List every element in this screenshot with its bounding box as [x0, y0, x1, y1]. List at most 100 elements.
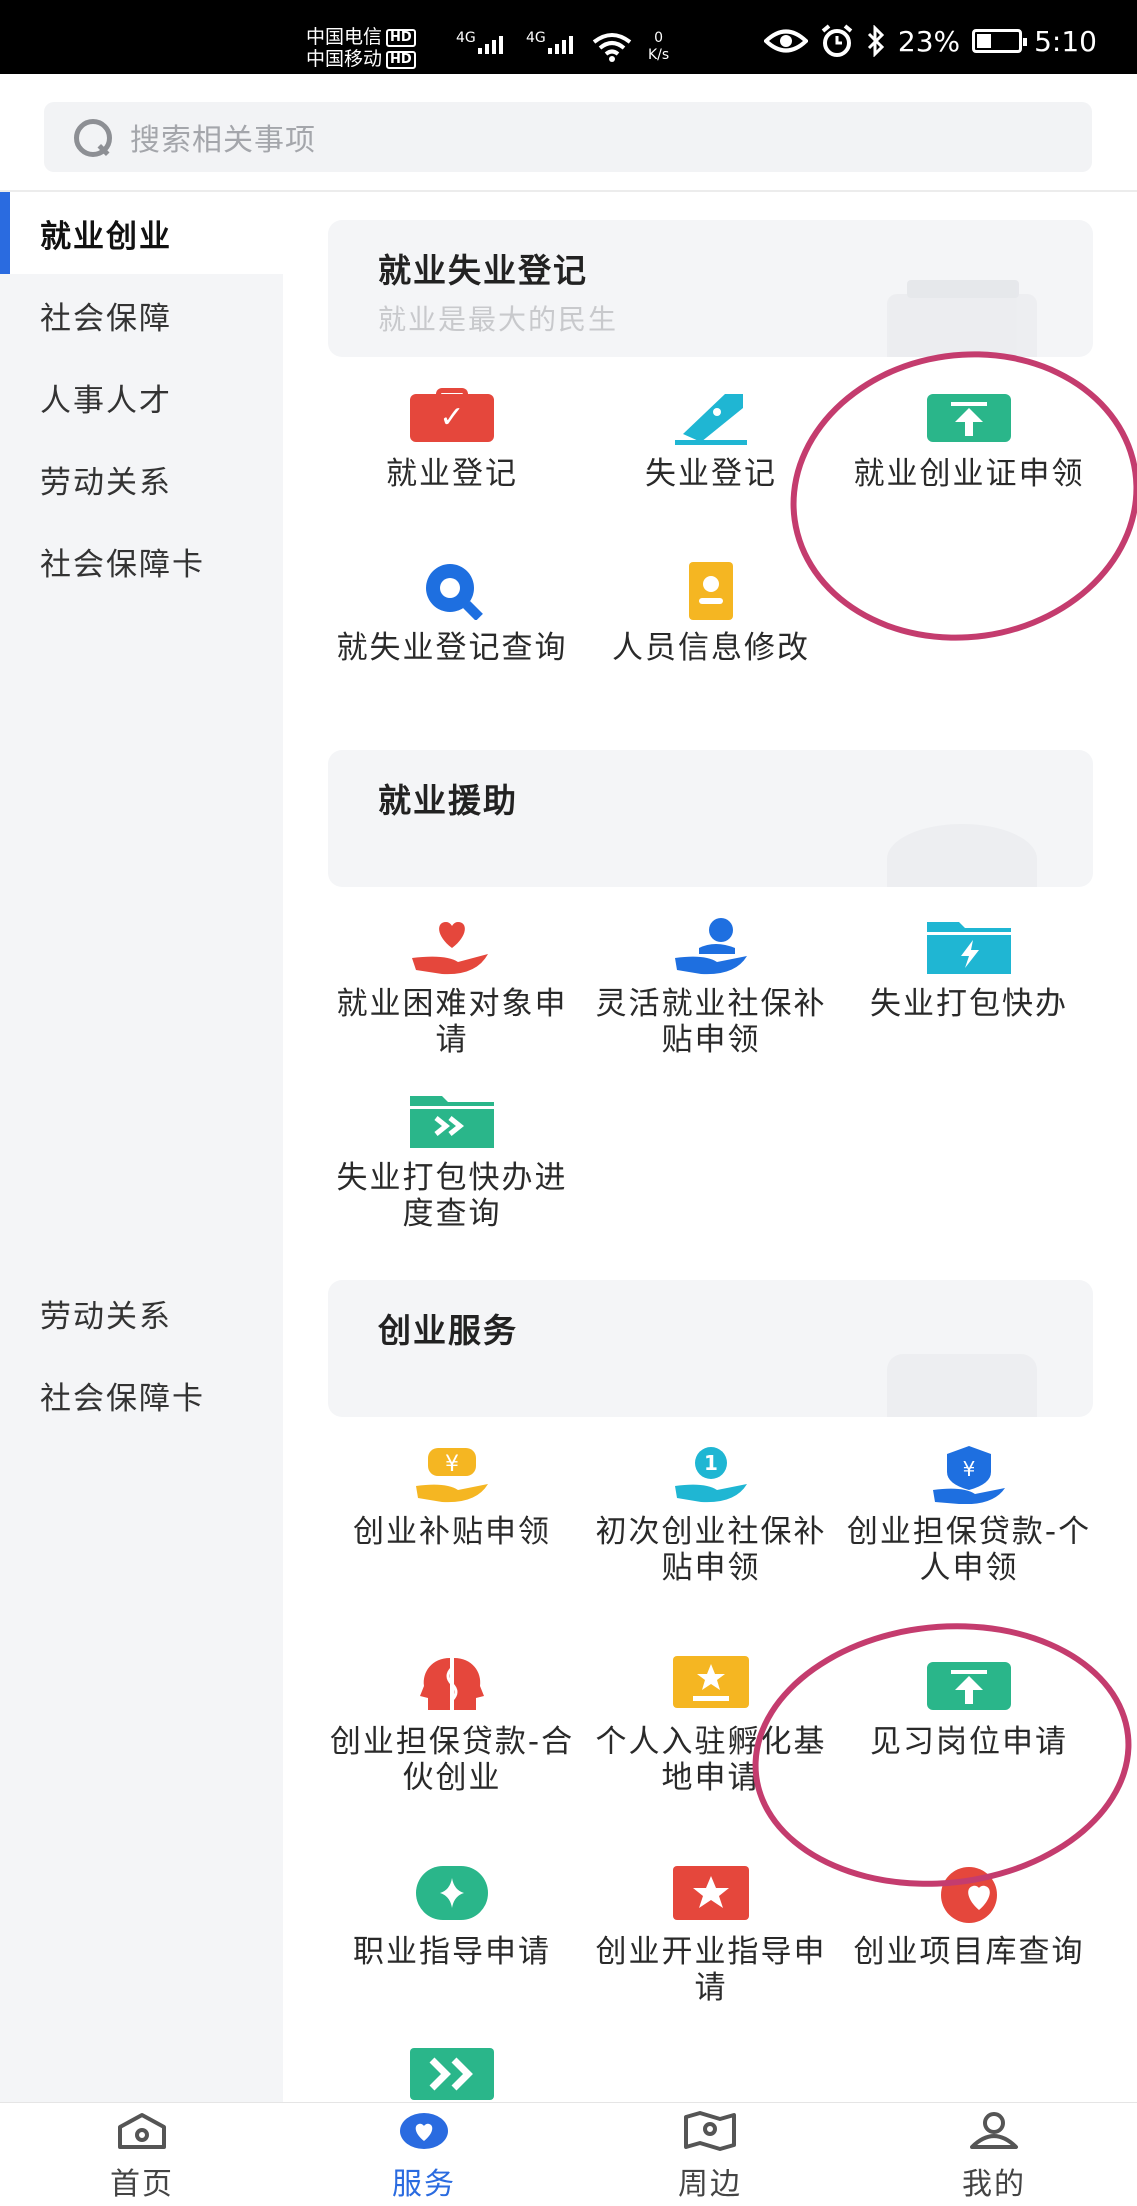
nav-label: 服务	[392, 2167, 456, 2202]
id-card-icon	[665, 562, 757, 620]
speed-value: 0	[654, 30, 664, 46]
service-label: 人员信息修改	[612, 630, 810, 666]
status-right: 23% 5:10	[763, 24, 1097, 58]
sidebar-item-social-card[interactable]: 社会保障卡	[0, 520, 283, 602]
nav-label: 首页	[110, 2167, 174, 2202]
bluetooth-icon	[867, 25, 884, 57]
star-flag-icon	[665, 1866, 757, 1924]
home-icon	[118, 2113, 166, 2149]
nav-service[interactable]: 服务	[324, 2111, 524, 2203]
section-subtitle: 就业是最大的民生	[378, 303, 619, 336]
service-label: 灵活就业社保补贴申领	[595, 986, 827, 1058]
service-label: 失业打包快办	[870, 986, 1068, 1022]
nav-nearby[interactable]: 周边	[610, 2111, 810, 2203]
eye-icon	[763, 29, 808, 53]
sidebar-item-employment[interactable]: 就业创业	[0, 192, 283, 274]
nav-label: 周边	[678, 2167, 742, 2202]
annotation-circle	[739, 1604, 1137, 1906]
section-title: 就业失业登记	[378, 251, 588, 290]
nav-label: 我的	[962, 2167, 1026, 2202]
sidebar-item-labor-relations[interactable]: 劳动关系	[0, 438, 283, 520]
service-label: 创业开业指导申请	[595, 1934, 827, 2006]
briefcase-check-icon: ✓	[406, 388, 498, 446]
double-arrow-icon	[406, 2044, 498, 2102]
yen-shield-icon: ¥	[923, 1446, 1015, 1505]
first-hand-icon: 1	[665, 1446, 757, 1504]
svg-text:¥: ¥	[963, 1457, 976, 1481]
wifi-icon	[592, 33, 632, 62]
section-banner-assistance: 就业援助	[328, 750, 1093, 887]
network-type: 4G	[526, 30, 546, 46]
person-hand-icon	[665, 918, 757, 976]
pen-icon	[665, 388, 757, 446]
service-label: 初次创业社保补贴申领	[595, 1514, 827, 1586]
service-tile[interactable]: 就业困难对象申请	[323, 918, 581, 1058]
signal-icon	[548, 36, 573, 54]
hd-badge: HD	[386, 50, 416, 69]
service-tile[interactable]: 职业指导申请	[323, 1866, 581, 1970]
service-tile[interactable]: 灵活就业社保补贴申领	[582, 918, 840, 1058]
folder-lightning-icon	[923, 918, 1015, 976]
sidebar-item-social-security[interactable]: 社会保障	[0, 274, 283, 356]
service-label: 创业补贴申领	[353, 1514, 551, 1550]
magnifier-icon	[406, 562, 498, 621]
app-screen: 中国电信 HD 中国移动 HD 4G 4G 0 K/s 23% 5:10 搜索相…	[0, 0, 1137, 2206]
sidebar-item-labor-relations[interactable]: 劳动关系	[0, 1272, 283, 1354]
service-tile[interactable]: ¥ 创业担保贷款-个人申领	[840, 1446, 1098, 1586]
battery-percent: 23%	[897, 24, 961, 58]
service-tile[interactable]: 创业担保贷款-合伙创业	[323, 1656, 581, 1796]
service-tile[interactable]: 失业打包快办	[840, 918, 1098, 1022]
search-icon	[72, 117, 112, 157]
section-banner-registration: 就业失业登记 就业是最大的民生	[328, 220, 1093, 357]
banner-illustration	[887, 1322, 1037, 1417]
service-label: 就业登记	[386, 456, 518, 492]
carrier-info: 中国电信 HD 中国移动 HD	[306, 26, 416, 70]
alarm-icon	[821, 24, 853, 57]
status-bar: 中国电信 HD 中国移动 HD 4G 4G 0 K/s 23% 5:10	[0, 0, 1137, 74]
sparkle-circle-icon	[406, 1866, 498, 1924]
signal-icon	[478, 36, 503, 54]
service-tile[interactable]: ✓ 就业登记	[323, 388, 581, 492]
section-title: 创业服务	[378, 1311, 518, 1350]
partner-head-icon	[406, 1656, 498, 1714]
service-tile[interactable]: ¥ 创业补贴申领	[323, 1446, 581, 1550]
service-label: 创业项目库查询	[853, 1934, 1085, 1970]
service-label: 创业担保贷款-个人申领	[846, 1514, 1092, 1586]
service-tile[interactable]: 1 初次创业社保补贴申领	[582, 1446, 840, 1586]
sidebar-item-personnel[interactable]: 人事人才	[0, 356, 283, 438]
svg-text:1: 1	[704, 1451, 718, 1475]
heart-service-icon	[400, 2113, 448, 2149]
star-board-icon	[665, 1656, 757, 1714]
service-tile[interactable]: 失业打包快办进度查询	[323, 1092, 581, 1232]
speed-unit: K/s	[648, 47, 670, 63]
service-label: 就业困难对象申请	[336, 986, 568, 1058]
sidebar-item-social-card[interactable]: 社会保障卡	[0, 1354, 283, 1436]
search-placeholder: 搜索相关事项	[130, 123, 316, 158]
svg-text:¥: ¥	[445, 1452, 459, 1477]
banner-illustration	[887, 262, 1037, 357]
nav-mine[interactable]: 我的	[894, 2111, 1094, 2203]
service-label: 创业担保贷款-合伙创业	[329, 1724, 575, 1796]
service-tile[interactable]: 创业开业指导申请	[582, 1866, 840, 2006]
carrier-2: 中国移动	[306, 48, 383, 70]
hd-badge: HD	[386, 28, 416, 47]
bottom-navigation: 首页 服务 周边 我的	[0, 2102, 1137, 2206]
network-speed: 0 K/s	[648, 30, 669, 64]
battery-icon	[972, 29, 1028, 53]
folder-forward-icon	[406, 1092, 498, 1150]
service-tile[interactable]: 就失业登记查询	[323, 562, 581, 666]
service-tile[interactable]: 人员信息修改	[582, 562, 840, 666]
user-icon	[970, 2112, 1018, 2149]
search-bar[interactable]: 搜索相关事项	[44, 102, 1092, 172]
yen-hand-icon: ¥	[406, 1446, 498, 1504]
banner-illustration	[887, 792, 1037, 887]
nav-home[interactable]: 首页	[42, 2111, 242, 2203]
service-label: 就失业登记查询	[336, 630, 568, 666]
service-label: 职业指导申请	[353, 1934, 551, 1970]
carrier-1: 中国电信	[306, 26, 383, 48]
heart-hand-icon	[406, 918, 498, 976]
section-title: 就业援助	[378, 781, 518, 820]
map-icon	[684, 2111, 736, 2151]
section-banner-entrepreneurship: 创业服务	[328, 1280, 1093, 1417]
network-type: 4G	[456, 30, 476, 46]
